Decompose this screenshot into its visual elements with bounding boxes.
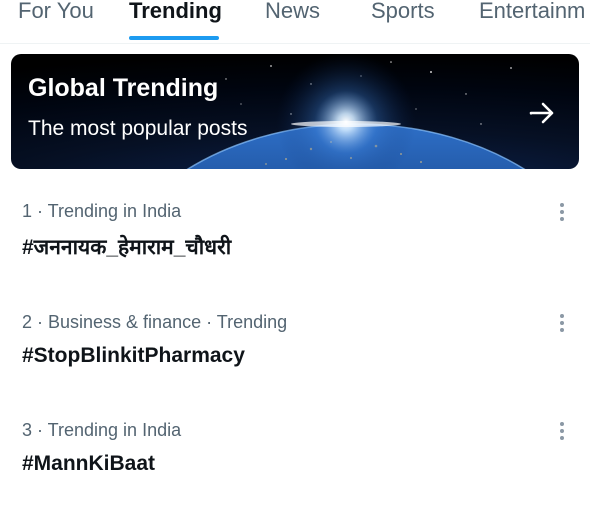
trend-context: 1 · Trending in India (22, 201, 182, 221)
trend-item-1[interactable]: 1 · Trending in India #जननायक_हेमाराम_चौ… (0, 201, 590, 291)
more-vertical-icon[interactable] (552, 312, 572, 336)
more-vertical-icon[interactable] (552, 420, 572, 444)
trend-hashtag[interactable]: #StopBlinkitPharmacy (22, 344, 245, 368)
active-tab-indicator (129, 36, 219, 40)
tab-bar: For You Trending News Sports Entertainm (0, 0, 590, 44)
tab-sports[interactable]: Sports (371, 0, 435, 37)
trend-hashtag[interactable]: #MannKiBaat (22, 452, 155, 476)
trend-item-2[interactable]: 2 · Business & finance · Trending #StopB… (0, 312, 590, 402)
trend-context: 2 · Business & finance · Trending (22, 312, 288, 332)
trend-item-3[interactable]: 3 · Trending in India #MannKiBaat (0, 420, 590, 510)
tab-entertainment[interactable]: Entertainm (479, 0, 585, 37)
trend-context: 3 · Trending in India (22, 420, 182, 440)
arrow-right-icon[interactable] (527, 98, 557, 128)
tab-news[interactable]: News (265, 0, 320, 37)
global-trending-banner[interactable]: Global Trending The most popular posts (11, 54, 579, 169)
more-vertical-icon[interactable] (552, 201, 572, 225)
banner-subtitle: The most popular posts (28, 117, 248, 140)
tab-for-you[interactable]: For You (18, 0, 94, 37)
trend-hashtag[interactable]: #जननायक_हेमाराम_चौधरी (22, 233, 231, 261)
earth-night-background (186, 54, 532, 169)
tab-trending[interactable]: Trending (129, 0, 222, 37)
banner-title: Global Trending (28, 74, 219, 102)
